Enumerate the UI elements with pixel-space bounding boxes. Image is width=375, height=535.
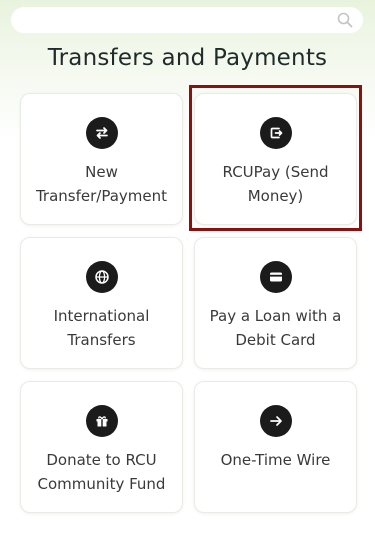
tile-rcupay-send-money[interactable]: RCUPay (Send Money) [194,93,357,225]
tile-label: Pay a Loan with a Debit Card [202,304,350,352]
tile-label: New Transfer/Payment [28,160,175,208]
send-money-icon [259,117,292,149]
tile-label-line2: Transfer/Payment [35,187,168,205]
tile-label: International Transfers [46,304,158,352]
tile-label-line2: Transfers [67,331,136,349]
tile-international-transfers[interactable]: International Transfers [20,237,183,369]
tile-label-line1: RCUPay (Send [222,163,329,181]
tile-new-transfer-payment[interactable]: New Transfer/Payment [20,93,183,225]
tile-label: RCUPay (Send Money) [215,160,337,208]
arrow-right-icon [259,405,292,437]
tile-label-line2: Community Fund [37,475,166,493]
search-icon[interactable] [337,12,353,28]
credit-card-icon [259,261,292,293]
tile-label-line2: Debit Card [235,331,316,349]
tile-label-line1: International [53,307,150,325]
tile-label-line1: One-Time Wire [220,451,331,469]
globe-icon [85,261,118,293]
tile-label-line2: Money) [247,187,304,205]
page-title: Transfers and Payments [47,45,328,71]
search-bar[interactable] [11,7,363,33]
tile-label-line1: Pay a Loan with a [209,307,342,325]
tile-pay-loan-debit-card[interactable]: Pay a Loan with a Debit Card [194,237,357,369]
tile-label-line1: Donate to RCU [46,451,157,469]
search-input[interactable] [11,7,363,33]
tile-label: Donate to RCU Community Fund [30,448,174,496]
swap-arrows-icon [85,117,118,149]
tile-one-time-wire[interactable]: One-Time Wire [194,381,357,513]
tile-label-line1: New [85,163,118,181]
gift-icon [85,405,118,437]
tile-donate-community-fund[interactable]: Donate to RCU Community Fund [20,381,183,513]
transfers-page: Transfers and Payments New Transfer/Paym… [0,0,375,535]
tile-label: One-Time Wire [213,448,339,472]
